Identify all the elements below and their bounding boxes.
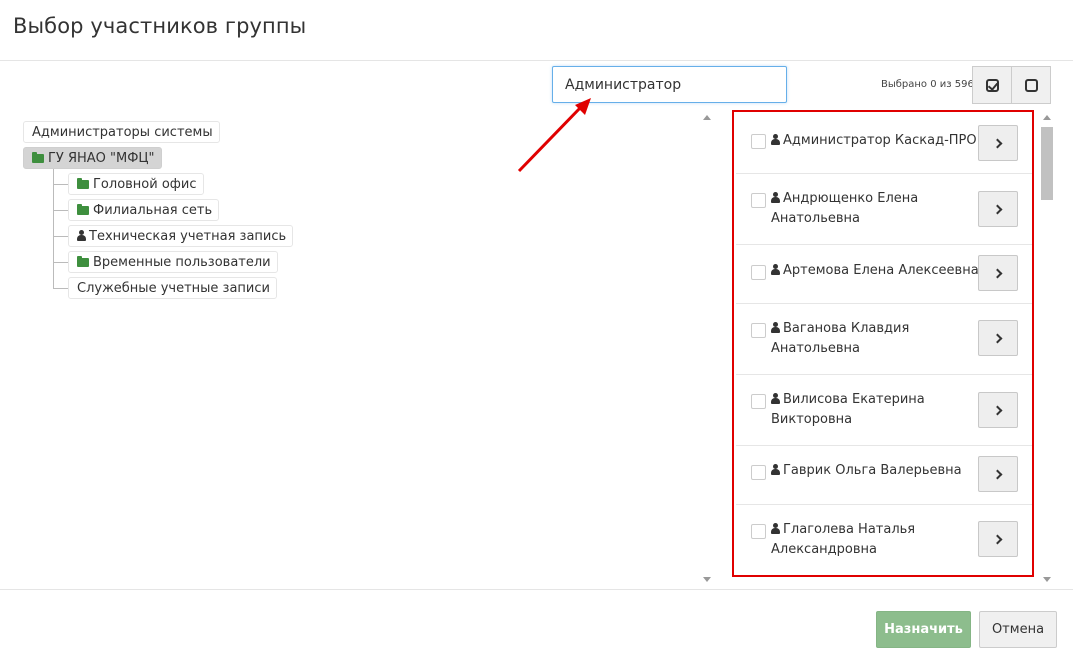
tree-item-admins[interactable]: Администраторы системы bbox=[23, 121, 220, 143]
highlight-frame bbox=[732, 110, 1034, 577]
annotation-arrow bbox=[517, 98, 591, 173]
tree-item-tech-account[interactable]: Техническая учетная запись bbox=[68, 225, 294, 247]
folder-open-icon bbox=[32, 152, 44, 163]
tree-item-label: Временные пользователи bbox=[93, 255, 271, 270]
folder-icon bbox=[77, 256, 89, 267]
header-divider bbox=[0, 60, 1073, 61]
tree-item-label: Головной офис bbox=[93, 177, 197, 192]
list-scroll-down[interactable] bbox=[1043, 577, 1051, 582]
tree-item-temp-users[interactable]: Временные пользователи bbox=[68, 251, 278, 273]
user-icon bbox=[77, 230, 86, 241]
select-all-button[interactable] bbox=[972, 66, 1012, 104]
assign-button[interactable]: Назначить bbox=[876, 611, 971, 648]
dialog-title: Выбор участников группы bbox=[13, 14, 307, 38]
tree-item-mfc[interactable]: ГУ ЯНАО "МФЦ" bbox=[23, 147, 162, 169]
selection-counter: Выбрано 0 из 596 bbox=[881, 79, 974, 90]
checkbox-empty-icon bbox=[1024, 78, 1038, 92]
deselect-all-button[interactable] bbox=[1011, 66, 1051, 104]
folder-icon bbox=[77, 204, 89, 215]
tree-item-label: Администраторы системы bbox=[32, 125, 213, 140]
tree-item-branch-network[interactable]: Филиальная сеть bbox=[68, 199, 220, 221]
tree-item-label: Служебные учетные записи bbox=[77, 281, 270, 296]
tree-scroll-up[interactable] bbox=[703, 115, 711, 120]
tree-item-service-accounts[interactable]: Служебные учетные записи bbox=[68, 277, 277, 299]
footer-divider bbox=[0, 589, 1073, 590]
checkbox-checked-icon bbox=[985, 78, 999, 92]
tree-item-head-office[interactable]: Головной офис bbox=[68, 173, 204, 195]
tree-item-label: Филиальная сеть bbox=[93, 203, 213, 218]
folder-icon bbox=[77, 178, 89, 189]
list-scroll-up[interactable] bbox=[1043, 115, 1051, 120]
tree-item-label: Техническая учетная запись bbox=[89, 229, 287, 244]
org-tree: Администраторы системы ГУ ЯНАО "МФЦ" Гол… bbox=[23, 120, 323, 320]
tree-scroll-down[interactable] bbox=[703, 577, 711, 582]
list-scrollbar-thumb[interactable] bbox=[1041, 127, 1053, 200]
cancel-button[interactable]: Отмена bbox=[979, 611, 1057, 648]
tree-item-label: ГУ ЯНАО "МФЦ" bbox=[48, 151, 155, 166]
